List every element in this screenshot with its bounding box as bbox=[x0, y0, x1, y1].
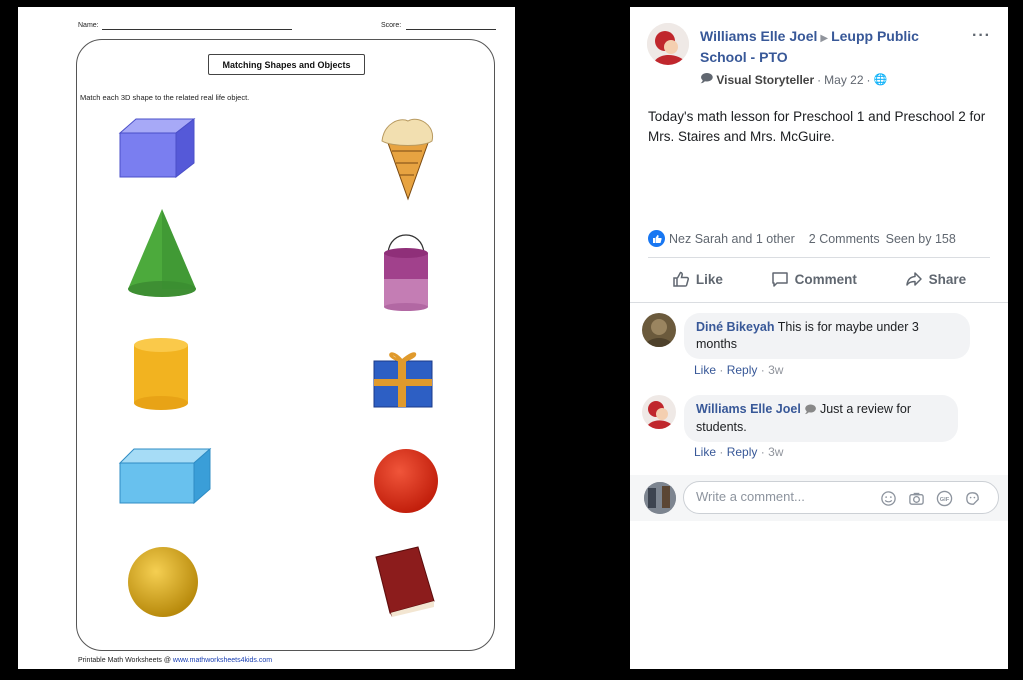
comment-time[interactable]: 3w bbox=[768, 363, 783, 377]
separator: · bbox=[760, 445, 769, 459]
current-user-avatar[interactable] bbox=[644, 482, 676, 514]
worksheet-image: Name: Score: Matching Shapes and Objects… bbox=[18, 7, 515, 669]
facebook-post: Williams Elle Joel ▶ Leupp Public School -… bbox=[630, 7, 1008, 669]
name-label: Name: bbox=[78, 22, 99, 29]
comment-button[interactable]: Comment bbox=[771, 270, 857, 288]
camera-icon[interactable] bbox=[908, 490, 925, 507]
worksheet-footer: Printable Math Worksheets @ www.mathwork… bbox=[78, 657, 272, 664]
cone-shape bbox=[128, 209, 196, 297]
meta-sep: · bbox=[817, 72, 822, 87]
badge-label[interactable]: Visual Storyteller bbox=[716, 73, 814, 87]
screenshot-stage: Name: Score: Matching Shapes and Objects… bbox=[0, 0, 1023, 680]
share-button[interactable]: Share bbox=[905, 270, 967, 288]
comment-like-link[interactable]: Like bbox=[694, 445, 716, 459]
like-reaction-icon bbox=[648, 230, 665, 247]
comment-input-box[interactable]: GIF bbox=[683, 481, 999, 514]
post-header: Williams Elle Joel ▶ Leupp Public School -… bbox=[700, 27, 960, 66]
commenter-avatar[interactable] bbox=[642, 313, 676, 347]
separator: · bbox=[719, 445, 727, 459]
comment-label: Comment bbox=[794, 271, 857, 287]
author-avatar[interactable] bbox=[647, 23, 689, 65]
divider bbox=[630, 302, 1008, 303]
reactions-row: Nez Sarah and 1 other 2 Comments Seen by… bbox=[648, 230, 993, 247]
divider bbox=[648, 257, 990, 258]
comment-bubble: Diné Bikeyah This is for maybe under 3 m… bbox=[684, 313, 970, 359]
cube-prism-shape bbox=[118, 117, 196, 179]
score-label: Score: bbox=[381, 22, 402, 29]
commenter-name[interactable]: Williams Elle Joel bbox=[696, 402, 801, 416]
commenter-avatar[interactable] bbox=[642, 395, 676, 429]
reaction-names[interactable]: Nez Sarah and 1 other bbox=[669, 232, 795, 246]
ball-object bbox=[374, 449, 438, 513]
comment-actions: Like · Reply · 3w bbox=[694, 445, 783, 459]
comment-like-link[interactable]: Like bbox=[694, 363, 716, 377]
gif-icon[interactable]: GIF bbox=[936, 490, 953, 507]
score-line bbox=[406, 29, 496, 30]
share-icon bbox=[905, 272, 922, 286]
footer-text: Printable Math Worksheets @ bbox=[78, 657, 173, 664]
post-body: Today's math lesson for Preschool 1 and … bbox=[648, 109, 986, 144]
gift-box-object bbox=[373, 352, 433, 408]
thumbs-up-icon bbox=[673, 271, 689, 287]
name-line bbox=[102, 29, 292, 30]
more-options-button[interactable]: ··· bbox=[972, 27, 991, 45]
separator: · bbox=[760, 363, 769, 377]
avatar-photo-icon bbox=[642, 395, 676, 429]
footer-link[interactable]: www.mathworksheets4kids.com bbox=[173, 657, 272, 664]
comment-input[interactable] bbox=[696, 489, 876, 504]
sticker-icon[interactable] bbox=[964, 490, 981, 507]
seen-count[interactable]: Seen by 158 bbox=[886, 232, 956, 246]
separator: · bbox=[719, 363, 727, 377]
globe-icon: 🌐 bbox=[873, 74, 888, 86]
svg-text:GIF: GIF bbox=[940, 497, 950, 503]
worksheet-title: Matching Shapes and Objects bbox=[208, 54, 365, 75]
like-button[interactable]: Like bbox=[672, 270, 723, 288]
comment-actions: Like · Reply · 3w bbox=[694, 363, 783, 377]
write-comment-row: GIF bbox=[630, 475, 1008, 521]
speech-bubble-icon: 🗩 bbox=[804, 404, 817, 416]
post-meta: 🗩 Visual Storyteller · May 22 · 🌐 bbox=[700, 69, 887, 90]
comment-count[interactable]: 2 Comments bbox=[809, 232, 880, 246]
comment-reply-link[interactable]: Reply bbox=[727, 363, 758, 377]
rectangular-prism-shape bbox=[118, 447, 212, 505]
like-label: Like bbox=[695, 271, 723, 287]
comment-reply-link[interactable]: Reply bbox=[727, 445, 758, 459]
author-name-link[interactable]: Williams Elle Joel bbox=[700, 28, 817, 44]
comment-icon bbox=[771, 272, 788, 287]
ice-cream-cone-object bbox=[381, 118, 434, 201]
sphere-shape bbox=[128, 547, 198, 617]
speech-bubble-icon: 🗩 bbox=[700, 71, 714, 85]
post-date[interactable]: May 22 bbox=[824, 73, 863, 87]
bucket-object bbox=[384, 234, 428, 311]
comment-bubble: Williams Elle Joel 🗩 Just a review for s… bbox=[684, 395, 958, 442]
commenter-name[interactable]: Diné Bikeyah bbox=[696, 320, 775, 334]
emoji-icon[interactable] bbox=[880, 490, 897, 507]
avatar-photo-icon bbox=[647, 23, 689, 65]
share-label: Share bbox=[928, 271, 967, 287]
post-actions: Like Comment Share bbox=[648, 270, 990, 288]
comment-time[interactable]: 3w bbox=[768, 445, 783, 459]
meta-sep: · bbox=[866, 72, 871, 87]
arrow-right-icon: ▶ bbox=[820, 33, 829, 44]
book-object bbox=[375, 546, 435, 617]
cylinder-shape bbox=[134, 338, 188, 410]
worksheet-instruction: Match each 3D shape to the related real … bbox=[80, 93, 250, 102]
avatar-photo-icon bbox=[642, 313, 676, 347]
avatar-photo-icon bbox=[644, 482, 676, 514]
